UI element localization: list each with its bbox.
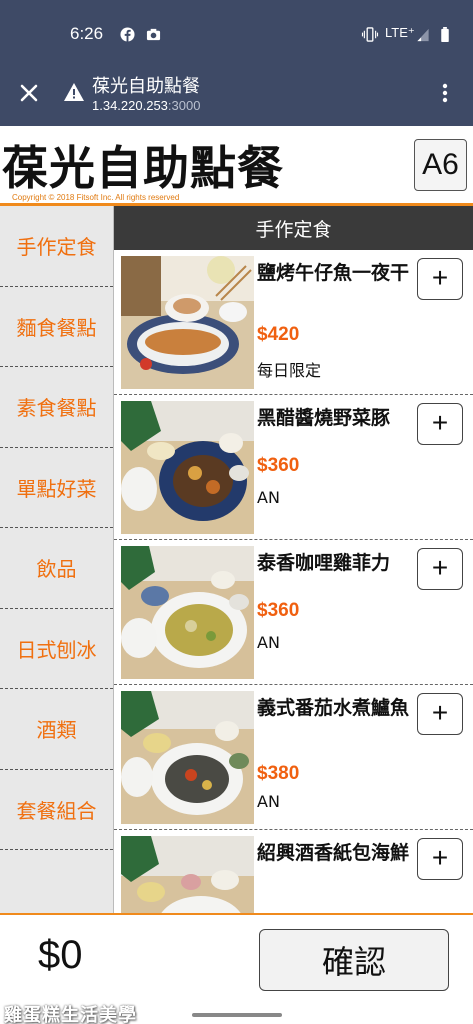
browser-toolbar: 葆光自助點餐 1.34.220.253:3000 [0,66,473,126]
add-item-button[interactable]: + [417,548,463,590]
dish-photo [121,256,254,389]
network-label: LTE⁺ [385,25,415,40]
item-price: $360 [257,600,300,621]
item-note: AN [257,488,280,507]
table-number-badge: A6 [414,139,467,191]
add-item-button[interactable]: + [417,403,463,445]
item-name: 黑醋醬燒野菜豚 [257,407,391,429]
watermark: 雞蛋糕生活美學 [4,1005,137,1024]
item-note: AN [257,792,280,811]
menu-list: 手作定食 鹽烤午仔魚一夜干 $420 每日限定 + 黑醋醬燒野菜豚 $360 A… [114,206,473,913]
battery-icon [441,27,449,42]
sidebar-item-set-meals[interactable]: 手作定食 [0,206,113,287]
category-sidebar: 手作定食 麵食餐點 素食餐點 單點好菜 飲品 日式刨冰 酒類 套餐組合 [0,206,114,913]
sidebar-item-combos[interactable]: 套餐組合 [0,770,113,850]
dish-photo [121,401,254,534]
brand-title: 葆光自助點餐 [2,141,284,195]
item-note: AN [257,633,280,652]
add-item-button[interactable]: + [417,838,463,880]
item-name: 鹽烤午仔魚一夜干 [257,262,410,284]
add-item-button[interactable]: + [417,693,463,735]
url-host: 1.34.220.253 [92,98,168,113]
status-bar: 6:26 LTE⁺ [0,0,473,66]
item-name: 紹興酒香紙包海鮮 [257,842,410,864]
sidebar-item-drinks[interactable]: 飲品 [0,528,113,609]
signal-icon [417,28,429,42]
kebab-menu-icon[interactable] [434,80,456,106]
item-name: 義式番茄水煮鱸魚 [257,697,410,719]
vibrate-icon [361,27,379,42]
order-footer: $0 確認 雞蛋糕生活美學 [0,913,473,1024]
menu-item: 黑醋醬燒野菜豚 $360 AN + [114,395,473,540]
clock: 6:26 [70,24,104,43]
item-price: $380 [257,763,300,784]
sidebar-item-vegetarian[interactable]: 素食餐點 [0,367,113,448]
item-price: $360 [257,455,300,476]
camera-icon [146,28,161,41]
dish-photo [121,836,254,913]
warning-icon[interactable] [63,82,85,102]
order-total: $0 [38,933,83,977]
sidebar-item-noodles[interactable]: 麵食餐點 [0,287,113,367]
browser-url[interactable]: 1.34.220.253:3000 [92,98,200,113]
dish-photo [121,691,254,824]
copyright-text: Copyright © 2018 Fitsoft Inc. All rights… [12,193,180,202]
add-item-button[interactable]: + [417,258,463,300]
menu-item: 泰香咖哩雞菲力 $360 AN + [114,540,473,685]
item-price: $420 [257,324,300,345]
browser-page-title: 葆光自助點餐 [92,76,200,97]
confirm-button[interactable]: 確認 [259,929,449,991]
sidebar-item-shaved-ice[interactable]: 日式刨冰 [0,609,113,689]
close-icon[interactable] [16,80,42,106]
item-note: 每日限定 [257,361,322,380]
item-name: 泰香咖哩雞菲力 [257,552,391,574]
section-title: 手作定食 [114,206,473,250]
dish-photo [121,546,254,679]
menu-item: 義式番茄水煮鱸魚 $380 AN + [114,685,473,830]
facebook-icon [120,27,135,42]
menu-item: 鹽烤午仔魚一夜干 $420 每日限定 + [114,250,473,395]
home-gesture-bar[interactable] [192,1013,282,1017]
url-port: :3000 [167,98,201,113]
menu-item: 紹興酒香紙包海鮮 + [114,830,473,913]
sidebar-item-alcohol[interactable]: 酒類 [0,689,113,770]
app-header: 葆光自助點餐 Copyright © 2018 Fitsoft Inc. All… [0,126,473,206]
sidebar-item-a-la-carte[interactable]: 單點好菜 [0,448,113,528]
